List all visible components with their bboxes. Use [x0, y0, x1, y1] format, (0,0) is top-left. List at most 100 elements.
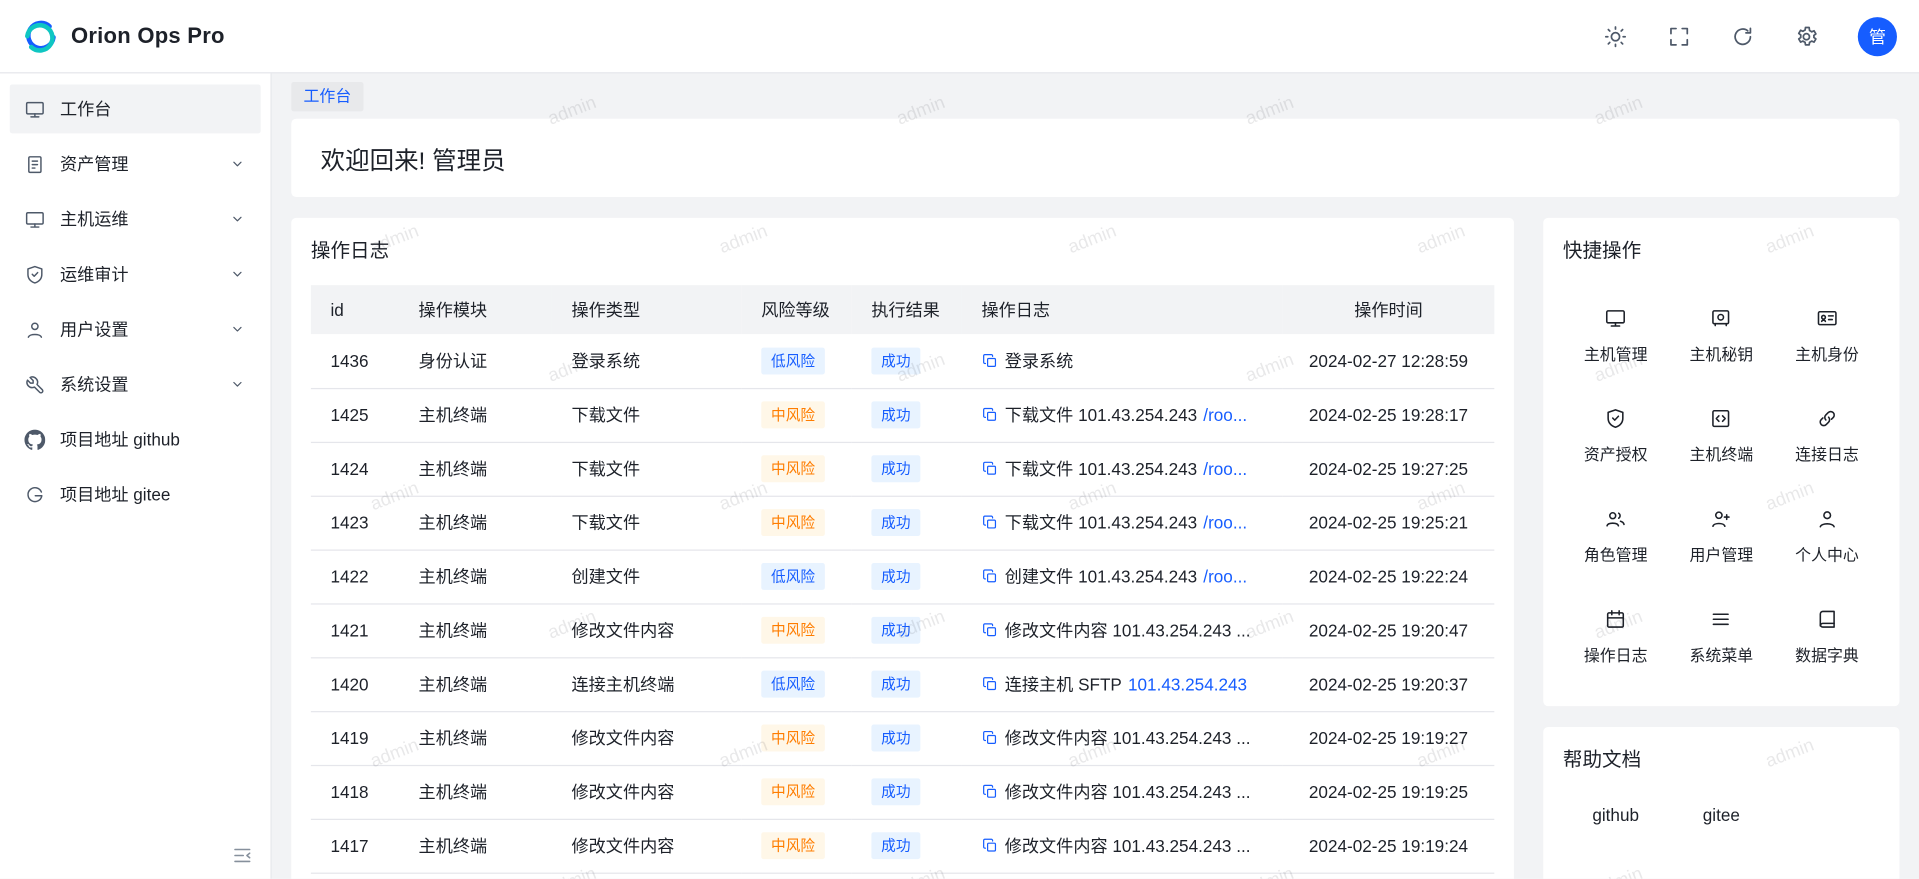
quick-action-host-identity[interactable]: 主机身份 [1774, 285, 1880, 385]
help-docs-title: 帮助文档 [1563, 747, 1880, 776]
log-cell: 修改文件内容 101.43.254.243 ... [982, 618, 1263, 642]
quick-action-terminal[interactable]: 主机终端 [1669, 386, 1775, 486]
quick-action-host-manage[interactable]: 主机管理 [1563, 285, 1669, 385]
copy-icon[interactable] [982, 460, 999, 477]
cell-result: 成功 [852, 334, 962, 388]
sidebar-item-label: 系统设置 [60, 372, 214, 396]
theme-icon[interactable] [1603, 24, 1627, 48]
sidebar-item-dashboard[interactable]: 工作台 [10, 84, 261, 133]
quick-action-label: 个人中心 [1795, 542, 1859, 565]
copy-icon[interactable] [982, 568, 999, 585]
quick-action-connect-log[interactable]: 连接日志 [1774, 386, 1880, 486]
op-log-icon [1605, 608, 1627, 630]
column-header-3: 风险等级 [742, 285, 852, 334]
chevron-down-icon [229, 376, 246, 393]
log-link[interactable]: 101.43.254.243 [1128, 674, 1247, 694]
tab-workbench[interactable]: 工作台 [291, 81, 363, 110]
log-link[interactable]: /roo... [1203, 459, 1247, 479]
host-identity-icon [1816, 307, 1838, 329]
sidebar-item-asset[interactable]: 资产管理 [10, 140, 261, 189]
log-link[interactable]: /roo... [1203, 405, 1247, 425]
asset-icon [24, 154, 45, 175]
quick-actions-title: 快捷操作 [1563, 237, 1880, 266]
copy-icon[interactable] [982, 406, 999, 423]
table-row: 1422主机终端创建文件低风险成功创建文件 101.43.254.243/roo… [311, 550, 1494, 604]
log-cell: 登录系统 [982, 348, 1263, 372]
risk-badge: 中风险 [761, 617, 825, 644]
cell-log: 修改文件内容 101.43.254.243 ... [962, 765, 1283, 819]
sidebar-item-github[interactable]: 项目地址 github [10, 415, 261, 464]
table-row: 1418主机终端修改文件内容中风险成功修改文件内容 101.43.254.243… [311, 765, 1494, 819]
copy-icon[interactable] [982, 837, 999, 854]
github-icon [24, 429, 45, 450]
cell-time: 2024-02-25 19:25:21 [1283, 496, 1495, 550]
cell-time: 2024-02-25 19:19:24 [1283, 819, 1495, 873]
system-settings-icon [24, 374, 45, 395]
result-badge: 成功 [871, 401, 920, 428]
settings-gear-icon[interactable] [1794, 24, 1818, 48]
cell-log: 创建文件 101.43.254.243/roo... [962, 550, 1283, 604]
fullscreen-icon[interactable] [1667, 24, 1691, 48]
cell-module: 主机终端 [399, 496, 552, 550]
column-header-1: 操作模块 [399, 285, 552, 334]
copy-icon[interactable] [982, 783, 999, 800]
right-column: 快捷操作 主机管理主机秘钥主机身份资产授权 主机终端连接日志角色管理用户管理个人中… [1543, 218, 1899, 879]
sidebar-item-audit[interactable]: 运维审计 [10, 250, 261, 299]
quick-action-profile[interactable]: 个人中心 [1774, 486, 1880, 586]
cell-result: 成功 [852, 603, 962, 657]
copy-icon[interactable] [982, 676, 999, 693]
cell-module: 主机终端 [399, 603, 552, 657]
cell-id: 1424 [311, 442, 399, 496]
quick-action-label: 操作日志 [1584, 642, 1648, 665]
cell-result: 成功 [852, 711, 962, 765]
sidebar-item-system-settings[interactable]: 系统设置 [10, 360, 261, 409]
result-badge: 成功 [871, 509, 920, 536]
help-link-github[interactable]: github [1563, 805, 1669, 825]
result-badge: 成功 [871, 832, 920, 859]
cell-type: 修改文件内容 [552, 603, 742, 657]
table-row: 1421主机终端修改文件内容中风险成功修改文件内容 101.43.254.243… [311, 603, 1494, 657]
help-link-gitee[interactable]: gitee [1669, 805, 1775, 825]
app-title: Orion Ops Pro [71, 23, 225, 49]
log-cell: 下载文件 101.43.254.243/roo... [982, 456, 1263, 480]
quick-action-label: 资产授权 [1584, 441, 1648, 464]
risk-badge: 中风险 [761, 725, 825, 752]
sidebar-item-user-settings[interactable]: 用户设置 [10, 305, 261, 354]
cell-module: 主机终端 [399, 819, 552, 873]
cell-type: 下载文件 [552, 442, 742, 496]
log-link[interactable]: /roo... [1203, 513, 1247, 533]
main-row: 操作日志 id操作模块操作类型风险等级执行结果操作日志操作时间 1436身份认证… [291, 218, 1899, 879]
copy-icon[interactable] [982, 514, 999, 531]
sidebar-item-label: 工作台 [60, 97, 246, 121]
quick-action-label: 主机终端 [1690, 441, 1754, 464]
quick-action-role-manage[interactable]: 角色管理 [1563, 486, 1669, 586]
user-avatar[interactable]: 管 [1858, 17, 1897, 56]
cell-risk: 中风险 [742, 765, 852, 819]
sidebar-collapse-icon[interactable] [231, 844, 253, 866]
quick-action-host-key[interactable]: 主机秘钥 [1669, 285, 1775, 385]
welcome-message: 欢迎回来! 管理员 [321, 140, 506, 175]
user-settings-icon [24, 319, 45, 340]
risk-badge: 低风险 [761, 563, 825, 590]
log-link[interactable]: /roo... [1203, 567, 1247, 587]
quick-action-user-manage[interactable]: 用户管理 [1669, 486, 1775, 586]
cell-module: 主机终端 [399, 388, 552, 442]
cell-result: 成功 [852, 657, 962, 711]
copy-icon[interactable] [982, 352, 999, 369]
sidebar-item-gitee[interactable]: 项目地址 gitee [10, 470, 261, 519]
sidebar-item-label: 项目地址 gitee [60, 482, 246, 506]
sidebar-item-host[interactable]: 主机运维 [10, 195, 261, 244]
refresh-icon[interactable] [1731, 24, 1755, 48]
copy-icon[interactable] [982, 622, 999, 639]
quick-action-system-menu[interactable]: 系统菜单 [1669, 586, 1775, 686]
system-menu-icon [1710, 608, 1732, 630]
copy-icon[interactable] [982, 729, 999, 746]
quick-actions-card: 快捷操作 主机管理主机秘钥主机身份资产授权 主机终端连接日志角色管理用户管理个人中… [1543, 218, 1899, 706]
cell-module: 主机终端 [399, 711, 552, 765]
quick-action-op-log[interactable]: 操作日志 [1563, 586, 1669, 686]
result-badge: 成功 [871, 778, 920, 805]
log-cell: 修改文件内容 101.43.254.243 ... [982, 780, 1263, 804]
log-cell: 连接主机 SFTP101.43.254.243 [982, 672, 1263, 696]
quick-action-asset-auth[interactable]: 资产授权 [1563, 386, 1669, 486]
quick-action-data-dict[interactable]: 数据字典 [1774, 586, 1880, 686]
